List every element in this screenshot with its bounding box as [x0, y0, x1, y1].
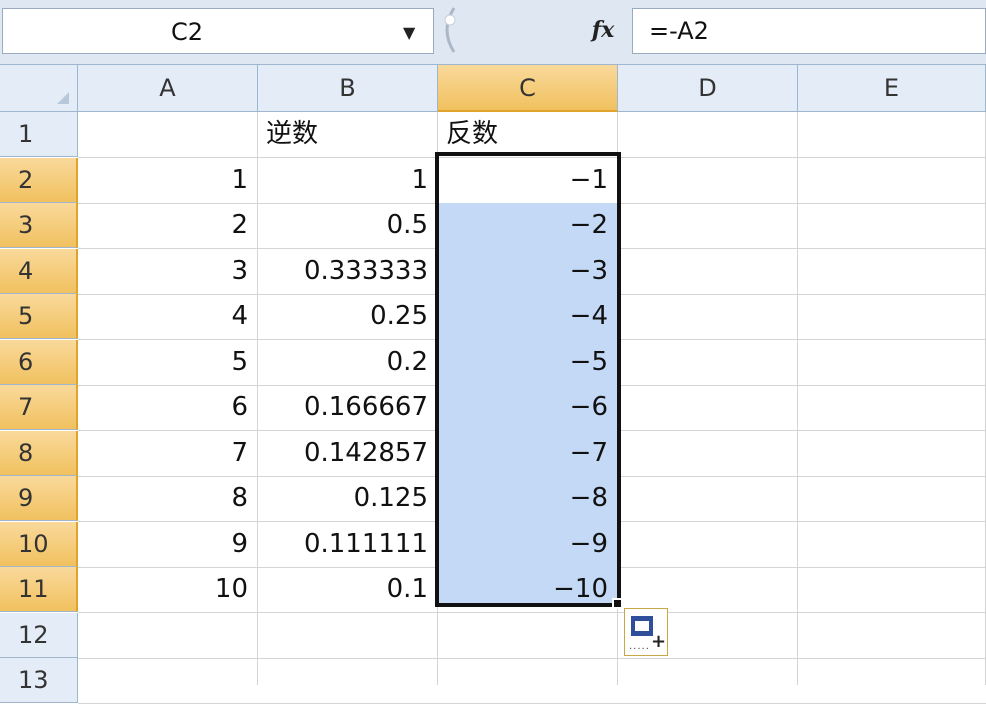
- select-all-button[interactable]: [0, 65, 78, 112]
- formula-bar-splitter-icon[interactable]: [436, 6, 460, 54]
- row-header-11[interactable]: 11: [0, 567, 78, 612]
- fill-handle[interactable]: [612, 598, 623, 609]
- row-header-8[interactable]: 8: [0, 431, 78, 476]
- cell-a5[interactable]: 4: [78, 294, 258, 339]
- cell-b6[interactable]: 0.2: [258, 340, 438, 385]
- cell-a1[interactable]: [78, 112, 258, 157]
- dots-icon: .....: [629, 641, 650, 652]
- cell-b12[interactable]: [258, 613, 438, 658]
- row-header-2[interactable]: 2: [0, 158, 78, 203]
- cell-a12[interactable]: [78, 613, 258, 658]
- row-header-3[interactable]: 3: [0, 203, 78, 248]
- cell-a6[interactable]: 5: [78, 340, 258, 385]
- cell-b8[interactable]: 0.142857: [258, 431, 438, 476]
- cell-a7[interactable]: 6: [78, 385, 258, 430]
- column-header-row: A B C D E: [0, 64, 986, 112]
- cell-a8[interactable]: 7: [78, 431, 258, 476]
- cell-b10[interactable]: 0.111111: [258, 522, 438, 567]
- name-box[interactable]: C2 ▼: [2, 8, 434, 54]
- cell-a13[interactable]: [78, 658, 258, 703]
- cell-b5[interactable]: 0.25: [258, 294, 438, 339]
- cell-b9[interactable]: 0.125: [258, 476, 438, 521]
- cell-b1[interactable]: 逆数: [258, 112, 438, 157]
- row-header-6[interactable]: 6: [0, 340, 78, 385]
- selection-range-border: [435, 152, 621, 607]
- cell-b3[interactable]: 0.5: [258, 203, 438, 248]
- auto-fill-options-button[interactable]: + .....: [624, 608, 668, 656]
- cell-a10[interactable]: 9: [78, 522, 258, 567]
- cell-c1[interactable]: 反数: [438, 112, 618, 157]
- chevron-down-icon[interactable]: ▼: [403, 23, 415, 42]
- insert-function-button[interactable]: fx: [576, 8, 630, 54]
- column-header-b[interactable]: B: [258, 65, 438, 112]
- cell-a3[interactable]: 2: [78, 203, 258, 248]
- cell-c13[interactable]: [438, 658, 618, 703]
- row-header-12[interactable]: 12: [0, 613, 78, 658]
- name-box-value: C2: [171, 18, 204, 46]
- formula-input[interactable]: =-A2: [632, 8, 986, 54]
- row-header-1[interactable]: 1: [0, 112, 78, 157]
- row-header-13[interactable]: 13: [0, 658, 78, 703]
- column-header-c[interactable]: C: [438, 65, 618, 112]
- auto-fill-options-icon: [631, 616, 653, 636]
- cell-b2[interactable]: 1: [258, 158, 438, 203]
- cell-a9[interactable]: 8: [78, 476, 258, 521]
- row-header-4[interactable]: 4: [0, 249, 78, 294]
- row-header-7[interactable]: 7: [0, 385, 78, 430]
- cell-a11[interactable]: 10: [78, 567, 258, 612]
- cell-b4[interactable]: 0.333333: [258, 249, 438, 294]
- column-header-a[interactable]: A: [78, 65, 258, 112]
- column-header-e[interactable]: E: [798, 65, 986, 112]
- row-header-10[interactable]: 10: [0, 522, 78, 567]
- cell-c12[interactable]: [438, 613, 618, 658]
- row-header-9[interactable]: 9: [0, 476, 78, 521]
- column-header-d[interactable]: D: [618, 65, 798, 112]
- cell-b13[interactable]: [258, 658, 438, 703]
- plus-icon: +: [651, 631, 667, 652]
- cell-b11[interactable]: 0.1: [258, 567, 438, 612]
- column-gridline: [797, 112, 798, 685]
- select-all-triangle-icon: [57, 92, 69, 104]
- cell-a2[interactable]: 1: [78, 158, 258, 203]
- cell-a4[interactable]: 3: [78, 249, 258, 294]
- cell-b7[interactable]: 0.166667: [258, 385, 438, 430]
- fx-icon: fx: [591, 17, 615, 43]
- row-header-5[interactable]: 5: [0, 294, 78, 339]
